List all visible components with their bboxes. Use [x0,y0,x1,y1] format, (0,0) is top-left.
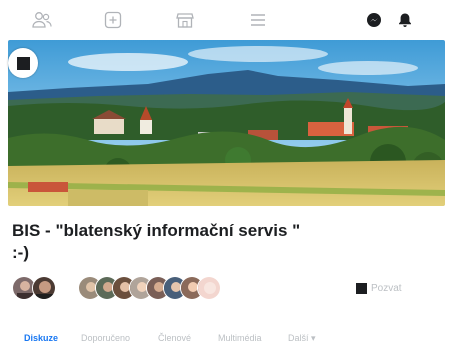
group-tabs: Diskuze Doporučeno Členové Multimédia Da… [0,326,453,347]
tab-recommended[interactable]: Doporučeno [81,333,130,343]
invite-label: Pozvat [371,283,402,294]
square-icon [16,56,30,70]
top-navigation [0,0,453,40]
tab-discussion[interactable]: Diskuze [24,333,58,343]
menu-icon[interactable] [246,8,270,32]
group-privacy-badge [8,48,38,78]
group-cover-photo[interactable] [8,40,445,206]
tab-members[interactable]: Členové [158,333,191,343]
tab-media[interactable]: Multimédia [218,333,262,343]
people-icon[interactable] [30,8,54,32]
store-icon[interactable] [173,8,197,32]
bell-icon[interactable] [393,8,417,32]
messenger-icon[interactable] [362,8,386,32]
avatar[interactable] [32,276,56,300]
plus-box-icon[interactable] [101,8,125,32]
tab-more[interactable]: Další ▾ [288,333,316,344]
avatar[interactable] [197,276,221,300]
invite-button[interactable]: Pozvat [356,283,402,294]
invite-icon [356,283,367,294]
group-title: BIS - "blatenský informační servis " :-) [12,221,301,262]
